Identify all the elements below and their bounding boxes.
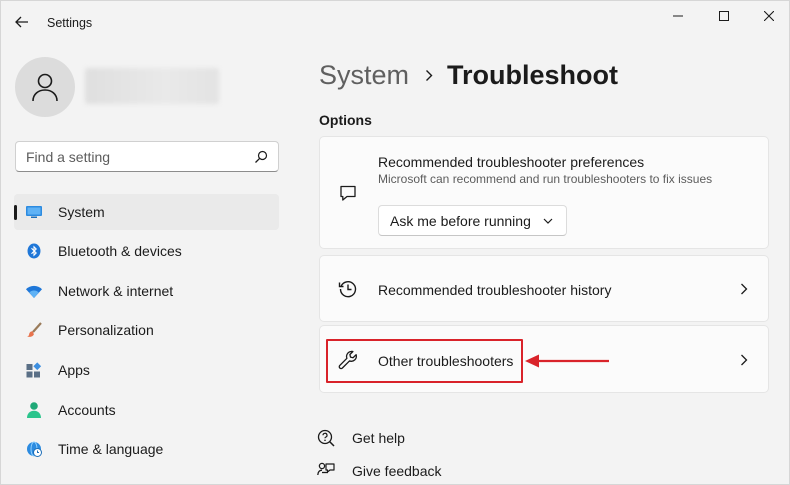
minimize-icon — [673, 15, 683, 17]
selection-indicator — [14, 205, 17, 220]
search-box[interactable] — [15, 141, 279, 172]
sidebar-item-network-internet[interactable]: Network & internet — [14, 273, 279, 309]
sidebar-item-label: Apps — [58, 362, 90, 378]
troubleshooter-preference-dropdown[interactable]: Ask me before running — [378, 205, 567, 236]
annotation-highlight-box — [326, 339, 523, 383]
close-button[interactable] — [746, 3, 790, 29]
sidebar-item-system[interactable]: System — [14, 194, 279, 230]
chevron-right-icon — [738, 283, 750, 295]
annotation-arrow-icon — [525, 354, 609, 368]
title-bar: Settings — [1, 1, 790, 45]
breadcrumb: System Troubleshoot — [319, 57, 618, 93]
troubleshooter-history-card[interactable]: Recommended troubleshooter history — [319, 255, 769, 322]
sidebar-item-label: Bluetooth & devices — [58, 243, 182, 259]
sidebar-item-label: System — [58, 204, 105, 220]
sidebar-item-bluetooth-devices[interactable]: Bluetooth & devices — [14, 233, 279, 269]
wifi-icon — [26, 283, 42, 299]
paintbrush-icon — [26, 322, 42, 338]
back-button[interactable] — [9, 9, 35, 35]
sidebar-item-label: Accounts — [58, 402, 116, 418]
sidebar-item-label: Personalization — [58, 322, 154, 338]
troubleshooter-preferences-card: Recommended troubleshooter preferences M… — [319, 136, 769, 249]
sidebar-item-label: Network & internet — [58, 283, 174, 299]
feedback-icon — [317, 462, 335, 480]
maximize-icon — [719, 11, 729, 21]
chevron-right-icon — [425, 69, 433, 82]
monitor-icon — [26, 204, 42, 220]
search-icon[interactable] — [254, 150, 268, 164]
get-help-link[interactable]: Get help — [317, 426, 405, 450]
give-feedback-label: Give feedback — [352, 463, 442, 479]
card-title: Recommended troubleshooter preferences — [378, 154, 645, 170]
avatar[interactable] — [15, 57, 75, 117]
accounts-icon — [26, 402, 42, 418]
sidebar-item-time-language[interactable]: Time & language — [14, 431, 279, 467]
get-help-label: Get help — [352, 430, 405, 446]
person-icon — [32, 73, 58, 102]
breadcrumb-parent-link[interactable]: System — [319, 60, 409, 91]
app-title: Settings — [47, 16, 93, 30]
history-icon — [338, 279, 358, 299]
close-icon — [764, 11, 774, 21]
page-title: Troubleshoot — [447, 59, 619, 90]
give-feedback-link[interactable]: Give feedback — [317, 459, 442, 483]
card-title: Recommended troubleshooter history — [378, 282, 612, 298]
globe-clock-icon — [26, 441, 42, 457]
card-subtitle: Microsoft can recommend and run troubles… — [378, 172, 713, 186]
dropdown-selected-value: Ask me before running — [390, 213, 531, 229]
search-input[interactable] — [26, 148, 246, 166]
minimize-button[interactable] — [655, 3, 701, 29]
apps-icon — [26, 362, 42, 378]
sidebar-item-label: Time & language — [58, 441, 164, 457]
sidebar-item-accounts[interactable]: Accounts — [14, 392, 279, 428]
help-icon — [317, 429, 335, 447]
section-heading-options: Options — [319, 112, 372, 128]
chevron-right-icon — [738, 354, 750, 366]
user-name-redacted — [85, 68, 219, 104]
back-arrow-icon — [15, 16, 28, 28]
maximize-button[interactable] — [701, 3, 747, 29]
bluetooth-icon — [26, 243, 42, 259]
sidebar-item-personalization[interactable]: Personalization — [14, 312, 279, 348]
sidebar-item-apps[interactable]: Apps — [14, 352, 279, 388]
chevron-down-icon — [543, 218, 553, 224]
chat-bubble-icon — [338, 183, 358, 203]
